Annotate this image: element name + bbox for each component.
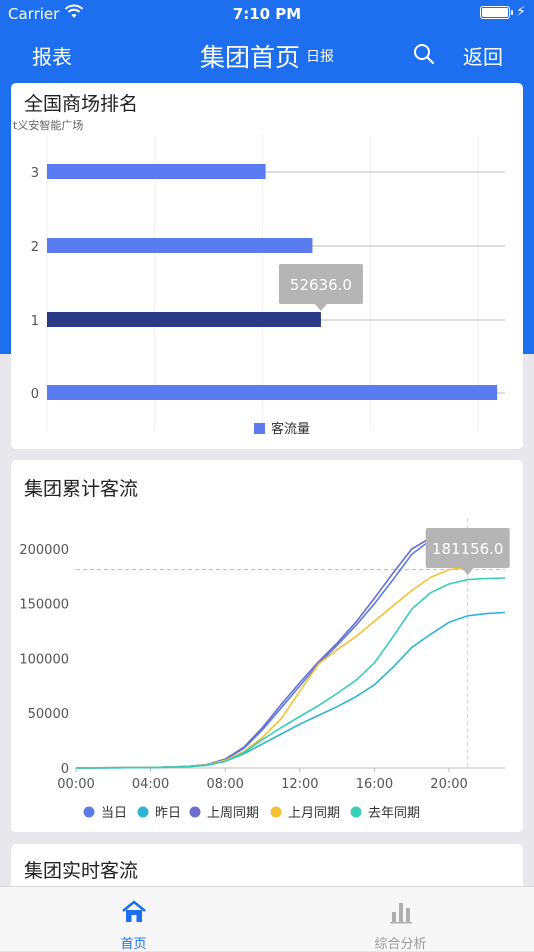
x-tick-label: 20:00 <box>430 777 467 792</box>
legend-label: 昨日 <box>155 806 181 821</box>
ranking-chart[interactable]: 0 1 2 3 52636.0 客流量 <box>11 83 523 449</box>
y-tick-label: 0 <box>61 762 69 777</box>
clock: 7:10 PM <box>232 5 302 23</box>
back-button[interactable]: 返回 <box>463 41 503 70</box>
legend-dot <box>270 806 282 818</box>
home-icon <box>122 900 146 922</box>
y-tick-label: 0 <box>31 387 39 402</box>
search-icon[interactable] <box>412 42 436 66</box>
tab-bar: 首页 综合分析 <box>0 886 534 952</box>
bar-chart-icon <box>390 903 412 924</box>
series-line-去年同期 <box>75 577 506 769</box>
y-tick-label: 50000 <box>28 707 69 722</box>
x-tick-label: 12:00 <box>281 777 318 792</box>
bar-2 <box>47 238 313 253</box>
legend-dot <box>350 806 362 818</box>
y-tick-label: 1 <box>31 314 39 329</box>
tab-analysis[interactable]: 综合分析 <box>267 887 534 952</box>
legend-dot <box>189 806 201 818</box>
legend-dot <box>137 806 149 818</box>
y-tick-label: 200000 <box>19 543 69 558</box>
y-tick-label: 3 <box>31 166 39 181</box>
tab-home-label: 首页 <box>120 937 147 952</box>
y-tick-label: 2 <box>31 240 39 255</box>
bar-3 <box>47 164 266 179</box>
legend-label: 客流量 <box>271 421 310 437</box>
y-tick-label: 100000 <box>19 652 69 667</box>
tab-analysis-label: 综合分析 <box>374 937 427 952</box>
status-bar: Carrier 7:10 PM ⚡ <box>0 0 534 28</box>
series-line-昨日 <box>75 611 506 769</box>
legend-label: 当日 <box>101 806 127 821</box>
battery-icon <box>480 6 513 19</box>
tooltip-pointer <box>314 304 327 311</box>
page-title: 集团首页 <box>200 43 301 72</box>
tooltip-pointer <box>461 568 474 575</box>
x-tick-label: 16:00 <box>356 777 393 792</box>
legend-label: 去年同期 <box>368 806 420 821</box>
legend-label: 上月同期 <box>288 806 340 821</box>
y-tick-label: 150000 <box>19 598 69 613</box>
charging-icon: ⚡ <box>516 4 526 20</box>
legend-swatch <box>254 423 265 434</box>
series-line-当日 <box>75 539 431 769</box>
legend-label: 上周同期 <box>207 806 259 821</box>
series-line-上月同期 <box>75 565 506 769</box>
cumulative-card: 集团累计客流 0 50000 100000 150000 200000 00:00 04:0… <box>11 460 523 832</box>
legend-dot <box>83 806 95 818</box>
bar-0 <box>47 385 498 400</box>
navigation-bar: 报表 集团首页 日报 返回 <box>0 30 534 80</box>
x-tick-label: 00:00 <box>57 777 94 792</box>
tab-home[interactable]: 首页 <box>0 887 267 952</box>
tooltip-value: 181156.0 <box>432 540 504 558</box>
report-period-label[interactable]: 日报 <box>306 46 334 66</box>
ranking-card: 全国商场排名 t义安智能广场 0 1 2 3 52636.0 客流量 <box>11 83 523 449</box>
tooltip-value: 52636.0 <box>290 276 352 294</box>
series-line-上周同期 <box>75 537 431 769</box>
cumulative-chart[interactable]: 0 50000 100000 150000 200000 00:00 04:00 08:00 1… <box>11 460 523 832</box>
bar-1 <box>47 312 321 327</box>
x-tick-label: 04:00 <box>132 777 169 792</box>
realtime-title: 集团实时客流 <box>24 860 139 882</box>
x-tick-label: 08:00 <box>206 777 243 792</box>
report-button[interactable]: 报表 <box>32 41 72 70</box>
